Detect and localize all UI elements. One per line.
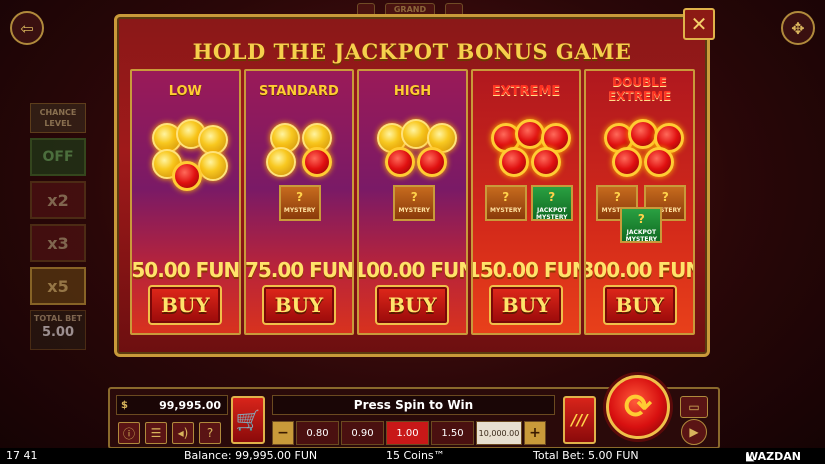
autoplay-button[interactable]: ▶ [681, 419, 707, 445]
bet-option[interactable]: 1.50 [431, 421, 474, 445]
exit-icon: ⇦ [20, 18, 34, 38]
buy-button-extreme[interactable]: BUY [489, 285, 564, 325]
coin-group [359, 119, 466, 189]
red-coin-icon [172, 161, 202, 191]
sound-button[interactable]: ◂) [172, 422, 194, 444]
mystery-label: MYSTERY [283, 207, 316, 214]
card-price: 75.00 FUN [244, 258, 353, 282]
fullscreen-button[interactable]: ✥ [781, 11, 815, 45]
card-price: 300.00 FUN [584, 258, 695, 282]
bonus-card-extreme: EXTREME ? MYSTERY ? JACKPOT MYSTERY 150.… [470, 69, 582, 335]
bonus-card-double-extreme: DOUBLE EXTREME ? MYSTERY ? MYSTERY ? JAC… [584, 69, 695, 335]
play-icon: ▶ [689, 425, 699, 439]
clock-time: 17 41 [6, 449, 38, 462]
cart-icon: 🛒 [235, 408, 261, 432]
coin-group [246, 119, 353, 189]
balance-value: 99,995.00 [159, 398, 221, 412]
buy-button-double-extreme[interactable]: BUY [602, 285, 677, 325]
card-label: EXTREME [491, 84, 561, 99]
fullscreen-icon: ✥ [791, 18, 805, 38]
card-label: STANDARD [258, 84, 339, 99]
bonus-card-high: HIGH ? MYSTERY 100.00 FUN BUY [357, 69, 468, 335]
jackpot-mystery-symbol: ? JACKPOT MYSTERY [530, 185, 573, 221]
info-icon: ⓘ [122, 426, 135, 441]
chance-level-panel: CHANCE LEVEL OFF x2 x3 x5 TOTAL BET 5.00 [30, 103, 86, 350]
spin-button[interactable]: ⟳ [606, 375, 670, 439]
mystery-symbol: ? MYSTERY [393, 185, 436, 221]
chance-option-x5[interactable]: x5 [30, 267, 86, 305]
mystery-label: JACKPOT MYSTERY [536, 207, 568, 221]
status-message: Press Spin to Win [272, 395, 555, 415]
buy-button-high[interactable]: BUY [375, 285, 450, 325]
total-bet-value: 5.00 [41, 325, 75, 340]
total-bet-label: TOTAL BET [33, 314, 83, 323]
exit-button[interactable]: ⇦ [10, 11, 44, 45]
bet-option-max[interactable]: 10,000.00 [476, 421, 522, 445]
image-icon: ▭ [688, 400, 700, 414]
dialog-title: HOLD THE JACKPOT BONUS GAME [192, 39, 632, 64]
red-coin-icon [530, 147, 561, 177]
gold-coin-icon [198, 151, 228, 181]
card-price: 50.00 FUN [131, 258, 240, 282]
bet-option-selected[interactable]: 1.00 [386, 421, 429, 445]
bet-option[interactable]: 0.90 [341, 421, 384, 445]
buy-button-low[interactable]: BUY [148, 285, 223, 325]
mystery-label: MYSTERY [490, 207, 522, 214]
buy-feature-button[interactable]: 🛒 [231, 396, 265, 444]
bet-selector: − 0.80 0.90 1.00 1.50 10,000.00 + [272, 421, 555, 445]
card-price: 150.00 FUN [470, 258, 582, 282]
spin-arrows-icon: ⟳ [623, 387, 653, 427]
buy-button-standard[interactable]: BUY [261, 285, 336, 325]
coin-group [473, 119, 580, 189]
help-button[interactable]: ? [199, 422, 221, 444]
close-icon: ✕ [690, 12, 708, 36]
bonus-card-low: LOW 50.00 FUN BUY [130, 69, 241, 335]
bet-decrease-button[interactable]: − [272, 421, 294, 445]
speaker-icon: ◂) [177, 426, 189, 440]
gold-coin-icon [265, 147, 296, 177]
bonus-cards: LOW 50.00 FUN BUY STANDARD ? MYSTERY 75.… [130, 69, 695, 335]
turbo-icon: /// [571, 411, 588, 429]
card-label: LOW [168, 84, 202, 99]
red-coin-icon [514, 119, 545, 149]
bet-increase-button[interactable]: + [524, 421, 546, 445]
red-coin-icon [417, 147, 448, 177]
mystery-label: JACKPOT MYSTERY [625, 229, 658, 243]
jackpot-mystery-symbol: ? JACKPOT MYSTERY [620, 207, 663, 243]
chance-level-title: CHANCE LEVEL [30, 103, 86, 133]
mystery-label: MYSTERY [398, 207, 430, 214]
balance-display: $ 99,995.00 [116, 395, 228, 415]
money-bag-icon: $ [121, 399, 128, 411]
red-coin-icon [612, 147, 643, 177]
card-label: HIGH [393, 84, 432, 99]
mystery-symbol: ? MYSTERY [484, 185, 527, 221]
status-coins: 15 Coins™ [386, 449, 445, 462]
chance-option-off[interactable]: OFF [30, 138, 86, 176]
brand-name: WAZDAN [746, 450, 801, 463]
chance-option-x2[interactable]: x2 [30, 181, 86, 219]
coin-group [132, 119, 239, 191]
red-coin-icon [498, 147, 529, 177]
question-icon: ? [206, 426, 214, 440]
status-balance: Balance: 99,995.00 FUN [184, 449, 318, 462]
turbo-button[interactable]: /// [563, 396, 596, 444]
card-label: DOUBLE EXTREME [608, 75, 672, 103]
info-button[interactable]: ⓘ [118, 422, 140, 444]
coin-group [586, 119, 693, 189]
red-coin-icon [644, 147, 675, 177]
menu-button[interactable]: ☰ [145, 422, 167, 444]
chance-option-x3[interactable]: x3 [30, 224, 86, 262]
menu-icon: ☰ [150, 426, 162, 440]
status-total-bet: Total Bet: 5.00 FUN [533, 449, 639, 462]
total-bet-box: TOTAL BET 5.00 [30, 310, 86, 350]
close-button[interactable]: ✕ [683, 8, 715, 40]
bonus-card-standard: STANDARD ? MYSTERY 75.00 FUN BUY [243, 69, 355, 335]
red-coin-icon [301, 147, 332, 177]
red-coin-icon [385, 147, 416, 177]
status-bar: 17 41 Balance: 99,995.00 FUN 15 Coins™ T… [0, 448, 825, 464]
gamble-button[interactable]: ▭ [680, 396, 708, 418]
card-price: 100.00 FUN [357, 258, 468, 282]
bet-option[interactable]: 0.80 [296, 421, 339, 445]
mystery-symbol: ? MYSTERY [278, 185, 321, 221]
